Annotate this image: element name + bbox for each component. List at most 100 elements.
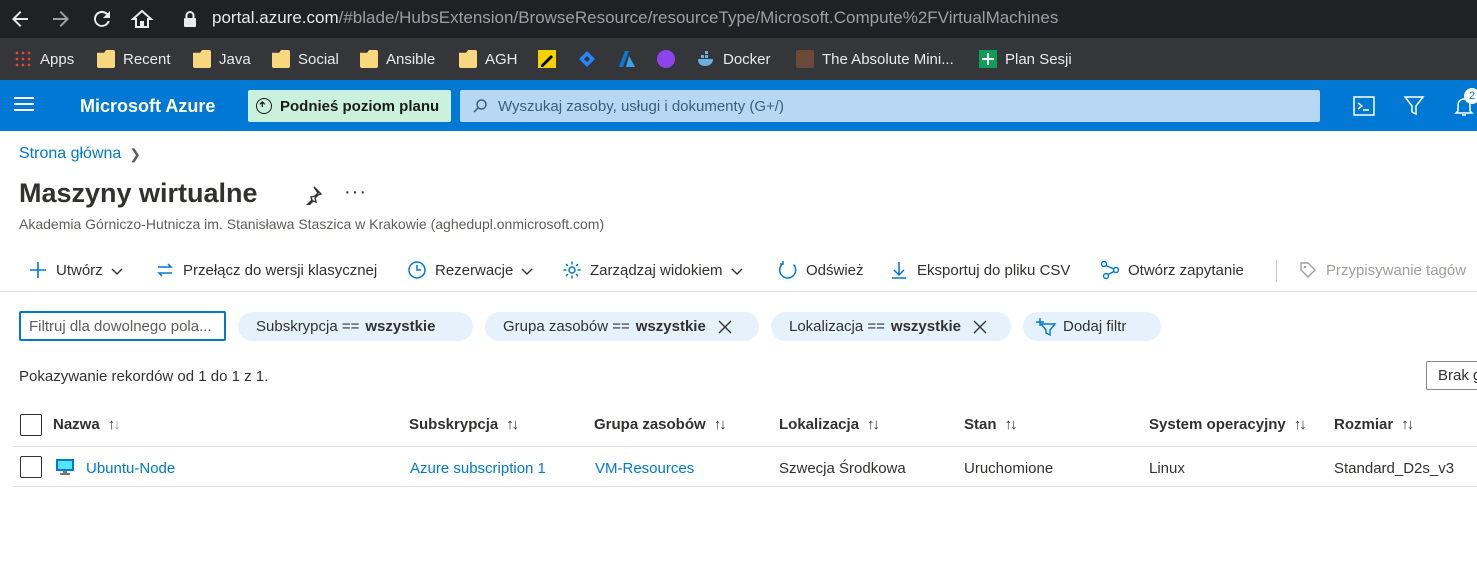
chevron-down-icon (731, 264, 743, 276)
records-count-text: Pokazywanie rekordów od 1 do 1 z 1. (19, 368, 269, 385)
column-header-os[interactable]: System operacyjny ↑↓ (1149, 416, 1307, 433)
subscription-filter-pill[interactable]: Subskrypcja == wszystkie (238, 312, 473, 341)
bookmark-label: Docker (723, 50, 771, 68)
brand-title[interactable]: Microsoft Azure (80, 96, 215, 117)
column-header-label: Rozmiar (1334, 416, 1394, 433)
query-graph-icon (1100, 260, 1120, 280)
location-filter-pill[interactable]: Lokalizacja == wszystkie (771, 312, 1011, 341)
vm-name-link[interactable]: Ubuntu-Node (86, 460, 175, 477)
open-query-button[interactable]: Otwórz zapytanie (1100, 259, 1244, 281)
column-header-subscription[interactable]: Subskrypcja ↑↓ (409, 416, 519, 433)
sheets-icon (979, 50, 997, 68)
column-header-name[interactable]: Nazwa ↑↓ (53, 416, 121, 433)
manage-view-button[interactable]: Zarządzaj widokiem (562, 259, 743, 281)
apps-grid-icon (14, 50, 32, 68)
bookmark-docker[interactable]: Docker (697, 48, 771, 70)
azure-top-bar: Microsoft Azure Podnieś poziom planu Wys… (0, 80, 1477, 131)
chevron-right-icon: ❯ (129, 145, 142, 162)
refresh-button[interactable]: Odśwież (778, 259, 864, 281)
add-filter-icon (1036, 317, 1057, 336)
azure-logo-icon (618, 50, 636, 68)
bookmark-plan-sesji[interactable]: Plan Sesji (979, 48, 1072, 70)
hamburger-menu-icon[interactable] (14, 97, 34, 113)
reservations-button[interactable]: Rezerwacje (407, 259, 533, 281)
breadcrumb: Strona główna ❯ (19, 145, 141, 163)
size-cell: Standard_D2s_v3 (1334, 460, 1455, 477)
bookmark-absolute-mini[interactable]: The Absolute Mini... (796, 48, 954, 70)
bookmark-agh[interactable]: AGH (459, 48, 518, 70)
filter-any-field-input[interactable] (19, 311, 226, 341)
url-host: portal.azure.com (212, 8, 339, 27)
row-select-checkbox[interactable] (20, 456, 42, 478)
column-header-location[interactable]: Lokalizacja ↑↓ (779, 416, 880, 433)
reload-icon[interactable] (90, 7, 114, 31)
bookmark-ansible[interactable]: Ansible (360, 48, 435, 70)
upgrade-plan-label: Podnieś poziom planu (280, 97, 440, 115)
purple-circle-icon (657, 50, 675, 68)
cloud-shell-icon[interactable] (1352, 94, 1376, 118)
browser-address-bar: portal.azure.com/#blade/HubsExtension/Br… (0, 0, 1477, 38)
directory-filter-icon[interactable] (1402, 94, 1426, 118)
page-title: Maszyny wirtualne (19, 178, 258, 208)
bookmark-recent[interactable]: Recent (97, 48, 171, 70)
column-header-label: Nazwa (53, 416, 100, 433)
bookmark-java[interactable]: Java (193, 48, 251, 70)
close-icon[interactable] (718, 320, 732, 334)
manage-view-label: Zarządzaj widokiem (590, 261, 723, 279)
resource-group-filter-pill[interactable]: Grupa zasobów == wszystkie (485, 312, 759, 341)
bookmark-apps[interactable]: Apps (14, 48, 74, 70)
refresh-icon (778, 260, 798, 280)
breadcrumb-home-link[interactable]: Strona główna (19, 145, 121, 163)
select-all-checkbox[interactable] (20, 414, 42, 436)
close-icon[interactable] (973, 320, 987, 334)
upgrade-plan-button[interactable]: Podnieś poziom planu (248, 90, 451, 122)
pin-icon[interactable] (303, 185, 323, 208)
forward-arrow-icon[interactable] (49, 7, 73, 31)
column-header-resource-group[interactable]: Grupa zasobów ↑↓ (594, 416, 727, 433)
bookmark-label: Apps (40, 50, 75, 68)
global-search-input[interactable]: Wyszukaj zasoby, usługi i dokumenty (G+/… (460, 90, 1320, 122)
folder-icon (459, 50, 477, 68)
column-header-label: Lokalizacja (779, 416, 860, 433)
reservations-label: Rezerwacje (435, 261, 514, 279)
bookmark-social[interactable]: Social (272, 48, 339, 70)
column-header-status[interactable]: Stan ↑↓ (964, 416, 1018, 433)
subscription-filter-label: Subskrypcja == (256, 318, 360, 335)
location-cell: Szwecja Środkowa (779, 460, 906, 477)
assign-tags-button[interactable]: Przypisywanie tagów (1298, 259, 1466, 281)
resource-group-link[interactable]: VM-Resources (595, 460, 694, 477)
export-csv-label: Eksportuj do pliku CSV (917, 261, 1071, 279)
column-header-size[interactable]: Rozmiar ↑↓ (1334, 416, 1414, 433)
plus-icon (28, 260, 48, 280)
bookmark-upwork[interactable] (657, 48, 675, 70)
switch-classic-button[interactable]: Przełącz do wersji klasycznej (155, 259, 377, 281)
virtual-machine-icon (55, 458, 75, 476)
sort-icon: ↑↓ (867, 416, 880, 433)
docker-whale-icon (697, 50, 715, 68)
lock-icon[interactable] (182, 10, 198, 28)
search-icon (473, 99, 487, 113)
table-header: Nazwa ↑↓ Subskrypcja ↑↓ Grupa zasobów ↑↓… (13, 404, 1477, 447)
bookmark-label: Ansible (386, 50, 436, 68)
bookmark-jira[interactable] (578, 48, 596, 70)
subscription-link[interactable]: Azure subscription 1 (410, 460, 546, 477)
more-options-icon[interactable]: ··· (344, 181, 367, 204)
sort-icon: ↑↓ (107, 416, 121, 433)
back-arrow-icon[interactable] (8, 7, 32, 31)
sort-icon: ↑↓ (1401, 416, 1414, 433)
folder-icon (360, 50, 378, 68)
resource-group-filter-value: wszystkie (635, 318, 706, 335)
create-button[interactable]: Utwórz (28, 259, 123, 281)
export-csv-button[interactable]: Eksportuj do pliku CSV (889, 259, 1070, 281)
grouping-dropdown[interactable]: Brak g (1426, 361, 1477, 390)
subscription-filter-value: wszystkie (365, 318, 436, 335)
folder-icon (272, 50, 290, 68)
sort-icon: ↑↓ (506, 416, 519, 433)
home-icon[interactable] (130, 7, 154, 31)
bookmark-pencil[interactable] (538, 48, 556, 70)
add-filter-button[interactable]: Dodaj filtr (1023, 312, 1161, 341)
url-field[interactable]: portal.azure.com/#blade/HubsExtension/Br… (212, 8, 1058, 28)
tag-icon (1298, 260, 1318, 280)
bookmark-azure[interactable] (618, 48, 636, 70)
sort-icon: ↑↓ (1293, 416, 1307, 433)
